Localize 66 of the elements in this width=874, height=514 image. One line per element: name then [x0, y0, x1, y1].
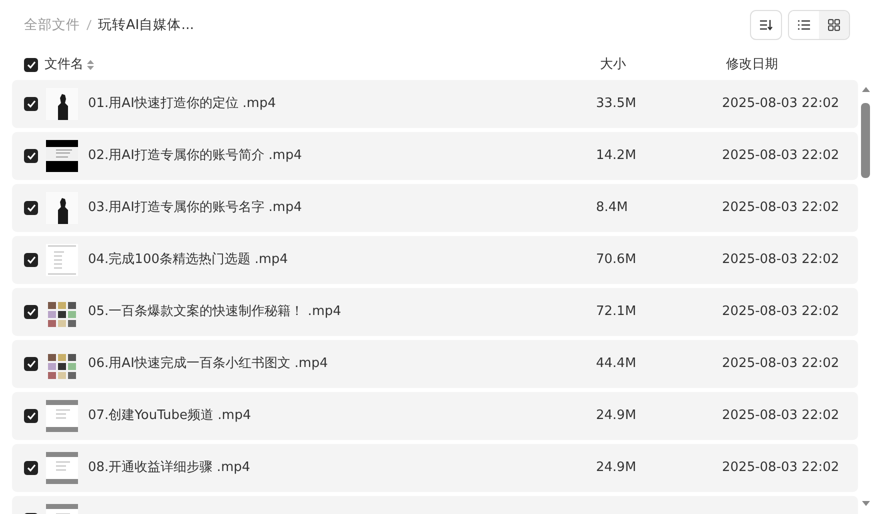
- column-header: 大小: [600, 57, 626, 72]
- file-row[interactable]: 04.完成100条精选热门选题 .mp4 70.6M 2025-08-03 22:02: [12, 236, 858, 284]
- file-name[interactable]: 04.完成100条精选热门选题 .mp4: [88, 250, 288, 270]
- file-name[interactable]: 03.用AI打造专属你的账号名字 .mp4: [88, 198, 302, 218]
- file-size: 72.1M: [596, 304, 636, 320]
- column-header[interactable]: 文件名: [44, 55, 84, 75]
- sort-icon: [758, 19, 772, 31]
- file-size: 24.9M: [596, 460, 636, 476]
- check-icon: [26, 256, 36, 264]
- check-icon: [26, 464, 36, 472]
- video-thumbnail: [46, 88, 78, 120]
- file-name[interactable]: 06.用AI快速完成一百条小红书图文 .mp4: [88, 354, 328, 374]
- video-thumbnail: [46, 400, 78, 432]
- file-size: 8.4M: [596, 200, 628, 216]
- file-name[interactable]: 07.创建YouTube频道 .mp4: [88, 406, 251, 426]
- file-row[interactable]: 03.用AI打造专属你的账号名字 .mp4 8.4M 2025-08-03 22:02: [12, 184, 858, 232]
- modified-date: 2025-08-03 22:02: [722, 148, 840, 164]
- checkbox[interactable]: [24, 409, 38, 423]
- file-row[interactable]: 05.一百条爆款文案的快速制作秘籍！ .mp4 72.1M 2025-08-03 22:02: [12, 288, 858, 336]
- file-row[interactable]: 08.开通收益详细步骤 .mp4 24.9M 2025-08-03 22:02: [12, 444, 858, 492]
- checkbox[interactable]: [24, 97, 38, 111]
- file-row[interactable]: 07.创建YouTube频道 .mp4 24.9M 2025-08-03 22:02: [12, 392, 858, 440]
- file-size: 70.6M: [596, 252, 636, 268]
- check-icon: [26, 412, 36, 420]
- checkbox[interactable]: [24, 357, 38, 371]
- checkbox[interactable]: [24, 58, 38, 72]
- modified-date: 2025-08-03 22:02: [722, 96, 840, 112]
- checkbox[interactable]: [24, 305, 38, 319]
- column-header: 修改日期: [726, 57, 778, 72]
- file-size: 24.9M: [596, 408, 636, 424]
- check-icon: [26, 100, 36, 108]
- grid-view-icon: [828, 19, 840, 31]
- file-size: 14.2M: [596, 148, 636, 164]
- check-icon: [26, 204, 36, 212]
- video-thumbnail: [46, 452, 78, 484]
- video-thumbnail: [46, 244, 78, 276]
- file-name[interactable]: 02.用AI打造专属你的账号简介 .mp4: [88, 146, 302, 166]
- video-thumbnail: [46, 140, 78, 172]
- file-size: 33.5M: [596, 96, 636, 112]
- checkbox[interactable]: [24, 201, 38, 215]
- list-view-icon: [798, 20, 810, 30]
- check-icon: [26, 61, 36, 69]
- checkbox[interactable]: [24, 149, 38, 163]
- video-thumbnail: [46, 192, 78, 224]
- file-name[interactable]: 05.一百条爆款文案的快速制作秘籍！ .mp4: [88, 302, 342, 322]
- grid-view-button[interactable]: [819, 11, 849, 39]
- check-icon: [26, 152, 36, 160]
- file-row[interactable]: 06.用AI快速完成一百条小红书图文 .mp4 44.4M 2025-08-03 22:02: [12, 340, 858, 388]
- check-icon: [26, 308, 36, 316]
- file-row[interactable]: 02.用AI打造专属你的账号简介 .mp4 14.2M 2025-08-03 22:02: [12, 132, 858, 180]
- sort-icon[interactable]: [86, 60, 94, 70]
- modified-date: 2025-08-03 22:02: [722, 304, 840, 320]
- sort-button[interactable]: [750, 10, 782, 40]
- file-size: 44.4M: [596, 356, 636, 372]
- checkbox[interactable]: [24, 253, 38, 267]
- file-name[interactable]: 08.开通收益详细步骤 .mp4: [88, 458, 250, 478]
- checkbox[interactable]: [24, 461, 38, 475]
- modified-date: 2025-08-03 22:02: [722, 460, 840, 476]
- breadcrumb-current: 玩转AI自媒体...: [98, 16, 194, 35]
- file-row[interactable]: 01.用AI快速打造你的定位 .mp4 33.5M 2025-08-03 22:02: [12, 80, 858, 128]
- modified-date: 2025-08-03 22:02: [722, 356, 840, 372]
- modified-date: 2025-08-03 22:02: [722, 252, 840, 268]
- modified-date: 2025-08-03 22:02: [722, 408, 840, 424]
- modified-date: 2025-08-03 22:02: [722, 200, 840, 216]
- check-icon: [26, 360, 36, 368]
- file-name[interactable]: 01.用AI快速打造你的定位 .mp4: [88, 94, 276, 114]
